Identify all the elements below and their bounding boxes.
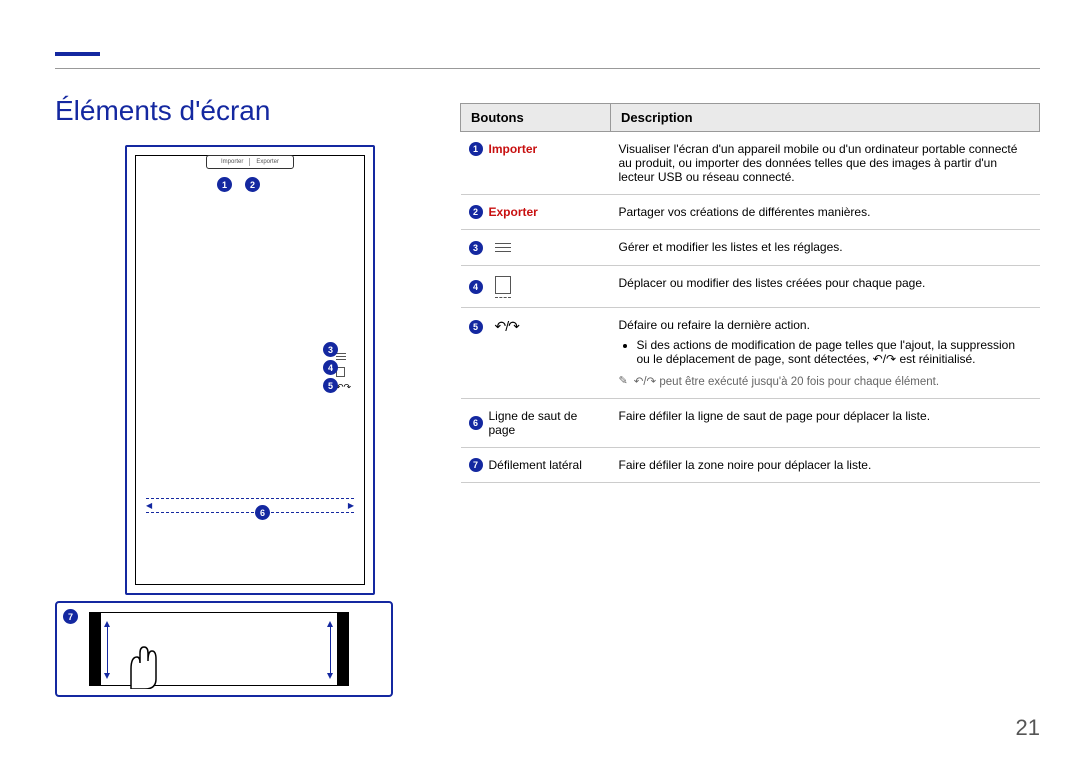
header-accent <box>55 52 100 56</box>
side-scroll-diagram: 7 <box>55 601 393 697</box>
description-table: Boutons Description 1 Importer Visualiser… <box>460 103 1040 483</box>
page-break-line: ◀▶ <box>146 498 354 512</box>
desc-5-bullet: Si des actions de modification de page t… <box>637 338 1032 366</box>
table-row: 3 Gérer et modifier les listes et les ré… <box>461 230 1040 266</box>
desc-1: Visualiser l'écran d'un appareil mobile … <box>611 132 1040 195</box>
device-screen-diagram: Importer Exporter ↶↷ ◀▶ 1 2 3 4 5 <box>125 145 375 595</box>
table-row: 4 Déplacer ou modifier des listes créées… <box>461 266 1040 308</box>
desc-5-note: ✎ ↶/↷ peut être exécuté jusqu'à 20 fois … <box>619 374 1032 388</box>
label-page-break: Ligne de saut de page <box>489 409 603 437</box>
scroll-arrow-right <box>330 625 331 675</box>
table-row: 1 Importer Visualiser l'écran d'un appare… <box>461 132 1040 195</box>
diagram-export-label: Exporter <box>256 159 279 165</box>
label-exporter: Exporter <box>489 205 538 219</box>
col-buttons: Boutons <box>461 104 611 132</box>
page-number: 21 <box>1016 715 1040 741</box>
scroll-zone <box>89 612 349 686</box>
callout-3: 3 <box>323 342 338 357</box>
callout-4: 4 <box>323 360 338 375</box>
num-7: 7 <box>469 458 483 472</box>
hand-icon <box>123 639 163 689</box>
diagram-import-label: Importer <box>221 159 243 165</box>
header-rule <box>55 68 1040 69</box>
desc-3: Gérer et modifier les listes et les régl… <box>611 230 1040 266</box>
desc-5: Défaire ou refaire la dernière action. S… <box>611 308 1040 399</box>
table-row: 7 Défilement latéral Faire défiler la zon… <box>461 448 1040 483</box>
callout-2: 2 <box>245 177 260 192</box>
page-title: Éléments d'écran <box>55 95 270 127</box>
separator <box>249 158 250 166</box>
manual-page: Éléments d'écran Importer Exporter ↶↷ ◀▶ <box>0 0 1080 763</box>
desc-6: Faire défiler la ligne de saut de page p… <box>611 399 1040 448</box>
num-1: 1 <box>469 142 483 156</box>
diagram-area: Importer Exporter ↶↷ ◀▶ 1 2 3 4 5 <box>55 145 395 697</box>
desc-4: Déplacer ou modifier des listes créées p… <box>611 266 1040 308</box>
num-3: 3 <box>469 241 483 255</box>
scroll-arrow-left <box>107 625 108 675</box>
col-description: Description <box>611 104 1040 132</box>
table-row: 5 ↶/↷ Défaire ou refaire la dernière acti… <box>461 308 1040 399</box>
callout-7: 7 <box>63 609 78 624</box>
page-nav-icon <box>495 276 511 297</box>
desc-5-line1: Défaire ou refaire la dernière action. <box>619 318 1032 332</box>
top-buttons-bar: Importer Exporter <box>206 155 294 169</box>
table-row: 2 Exporter Partager vos créations de diff… <box>461 195 1040 230</box>
description-table-wrap: Boutons Description 1 Importer Visualiser… <box>460 103 1040 483</box>
undo-redo-icon: ↶↷ <box>336 382 351 393</box>
side-icons: ↶↷ <box>336 351 350 398</box>
num-4: 4 <box>469 280 483 294</box>
undo-redo-icon: ↶/↷ <box>495 318 519 335</box>
pencil-icon: ✎ <box>619 374 628 387</box>
callout-1: 1 <box>217 177 232 192</box>
list-icon <box>336 351 346 362</box>
desc-2: Partager vos créations de différentes ma… <box>611 195 1040 230</box>
table-row: 6 Ligne de saut de page Faire défiler la … <box>461 399 1040 448</box>
num-5: 5 <box>469 320 483 334</box>
label-side-scroll: Défilement latéral <box>489 458 582 472</box>
list-icon <box>495 240 511 255</box>
num-6: 6 <box>469 416 483 430</box>
desc-7: Faire défiler la zone noire pour déplace… <box>611 448 1040 483</box>
callout-5: 5 <box>323 378 338 393</box>
num-2: 2 <box>469 205 483 219</box>
callout-6: 6 <box>255 505 270 520</box>
label-importer: Importer <box>489 142 538 156</box>
